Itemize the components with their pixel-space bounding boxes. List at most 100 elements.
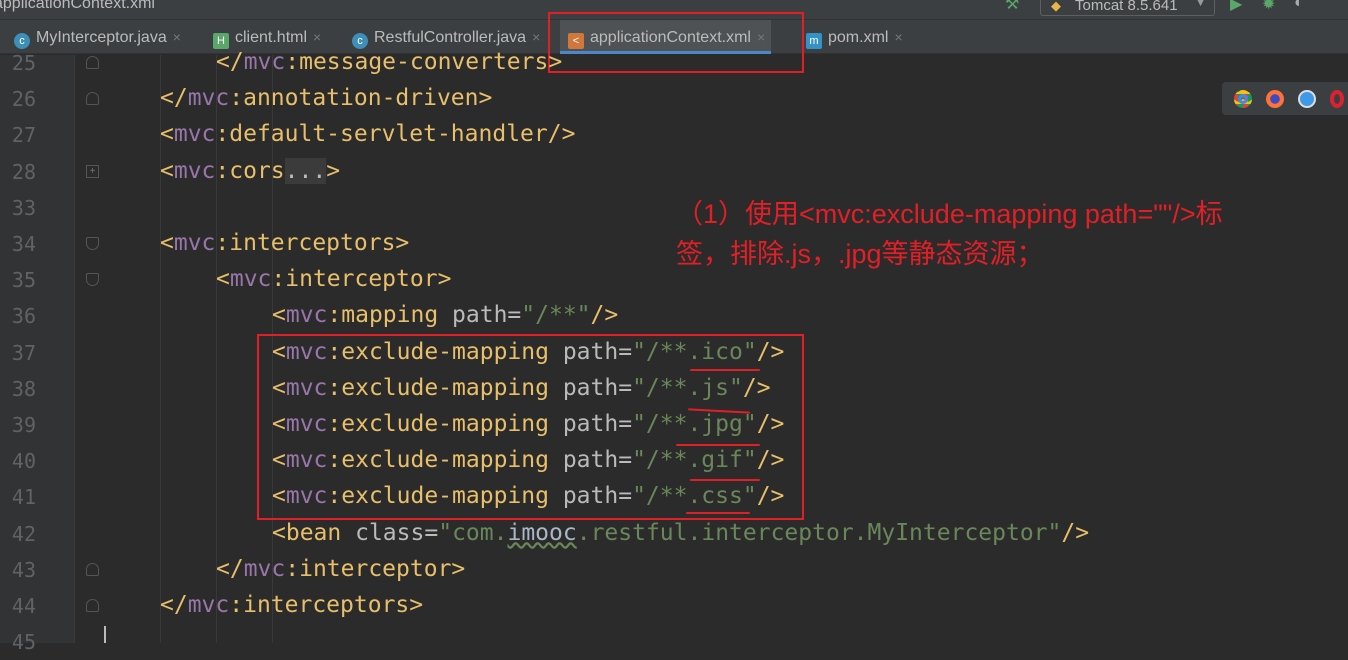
line-number: 37 (11, 340, 36, 365)
annotation-text: （1）使用<mvc:exclude-mapping path=""/>标 签，排… (676, 194, 1348, 274)
token-br: > (451, 555, 466, 582)
code-text: <mvc:interceptors> (160, 230, 409, 256)
code-text: </mvc:interceptors> (160, 592, 423, 618)
coverage-icon[interactable]: ◐ (1294, 0, 1304, 12)
run-config-label: Tomcat 8.5.641 (1075, 0, 1178, 14)
fold-marker-icon[interactable] (86, 92, 99, 106)
red-underline (686, 512, 750, 514)
line-number: 25 (11, 51, 36, 75)
line-number: 33 (11, 195, 36, 220)
token-br: </ (160, 85, 188, 112)
fold-marker-icon[interactable] (86, 599, 99, 612)
close-tab-icon[interactable]: × (894, 29, 902, 45)
token-br: /> (1061, 519, 1090, 546)
token-br: < (160, 157, 174, 184)
token-br: > (548, 49, 563, 75)
code-line: 44 </mvc:interceptors> (0, 588, 1348, 624)
line-number: 27 (11, 123, 36, 148)
token-tag: bean (285, 519, 356, 546)
code-line: 27 <mvc:default-servlet-handler/> (0, 117, 1348, 153)
token-tag: :interceptors (215, 230, 396, 256)
code-text: </mvc:annotation-driven> (160, 85, 492, 111)
token-ns: mvc (285, 302, 328, 329)
opera-icon[interactable] (1330, 90, 1344, 108)
code-text: <mvc:cors...> (160, 157, 341, 184)
code-line: 43 </mvc:interceptor> (0, 552, 1348, 588)
token-br: </ (216, 49, 244, 75)
token-br: < (216, 266, 230, 293)
fold-marker-icon[interactable]: + (86, 164, 99, 178)
code-text: <mvc:mapping path="/**"/> (272, 302, 618, 328)
text-caret (104, 626, 106, 643)
token-br: /> (590, 302, 619, 329)
token-br: > (409, 592, 424, 618)
close-tab-icon[interactable]: × (313, 29, 321, 45)
token-val: "com. (438, 519, 508, 546)
token-br: </ (160, 592, 188, 618)
line-number: 26 (11, 87, 36, 112)
line-number: 35 (11, 268, 36, 293)
close-tab-icon[interactable]: × (532, 29, 540, 45)
tab-label: RestfulController.java (374, 29, 527, 46)
token-br: </ (216, 555, 244, 582)
token-tag: :annotation-driven (229, 85, 479, 112)
tab-label: MyInterceptor.java (36, 29, 167, 46)
token-ns: mvc (229, 266, 272, 293)
safari-icon[interactable] (1298, 90, 1316, 108)
code-line: 36 <mvc:mapping path="/**"/> (0, 298, 1348, 334)
token-br: > (437, 266, 452, 293)
fold-marker-icon[interactable] (86, 56, 99, 69)
line-number: 39 (11, 413, 36, 437)
fold-marker-icon[interactable] (86, 237, 99, 250)
token-br: > (395, 230, 410, 256)
line-number: 42 (11, 521, 36, 546)
build-hammer-icon[interactable]: ⚒ (1005, 0, 1019, 14)
token-fold[interactable]: ... (284, 157, 327, 184)
line-number: 43 (11, 557, 36, 582)
run-configuration-dropdown[interactable]: ◆ Tomcat 8.5.641 ▼ (1040, 0, 1215, 16)
token-br: < (272, 519, 286, 546)
chrome-icon[interactable] (1234, 90, 1252, 108)
token-tag: :interceptor (271, 266, 438, 293)
window-title: applicationContext.xml (0, 0, 155, 12)
debug-icon[interactable]: ✹ (1262, 0, 1275, 14)
code-line: 42 <bean class="com.imooc.restful.interce… (0, 516, 1348, 552)
line-number: 40 (11, 449, 36, 474)
token-tag: :mapping (327, 302, 453, 329)
annotation-line-2: 签，排除.js，.jpg等静态资源； (676, 239, 1044, 269)
token-tag: :message-converters (285, 49, 549, 75)
line-number: 45 (11, 630, 36, 655)
close-tab-icon[interactable]: × (173, 29, 181, 45)
firefox-icon[interactable] (1266, 90, 1284, 108)
code-line: 25 </mvc:message-converters> (0, 45, 1348, 81)
annotation-line-1: （1）使用<mvc:exclude-mapping path=""/>标 (676, 199, 1223, 229)
code-text: </mvc:interceptor> (216, 556, 465, 582)
tab-label: pom.xml (828, 29, 889, 46)
line-number: 44 (11, 594, 36, 618)
code-line: 45 (0, 624, 1348, 660)
line-number: 41 (11, 485, 36, 510)
token-br: < (160, 230, 174, 256)
token-br: > (326, 157, 341, 184)
token-br: < (272, 302, 286, 329)
token-ns: mvc (187, 85, 230, 112)
token-tag: :cors (215, 157, 285, 184)
token-br: < (160, 121, 174, 148)
red-underline (690, 369, 760, 371)
token-ns: mvc (187, 592, 230, 618)
code-text: <mvc:interceptor> (216, 266, 451, 292)
token-tag: :interceptor (285, 555, 452, 582)
code-highlight-box (257, 334, 804, 520)
run-icon[interactable]: ▶ (1230, 0, 1242, 14)
line-number: 28 (11, 159, 36, 184)
red-underline (690, 479, 760, 481)
token-val: .restful.interceptor.MyInterceptor" (576, 519, 1062, 546)
token-eq: = (507, 302, 522, 329)
token-ns: mvc (173, 121, 216, 148)
tab-label: client.html (235, 29, 308, 46)
fold-marker-icon[interactable] (86, 562, 99, 576)
tomcat-icon: ◆ (1051, 0, 1061, 13)
code-text: </mvc:message-converters> (216, 49, 562, 75)
fold-marker-icon[interactable] (86, 273, 99, 287)
chevron-down-icon: ▼ (1195, 0, 1206, 9)
